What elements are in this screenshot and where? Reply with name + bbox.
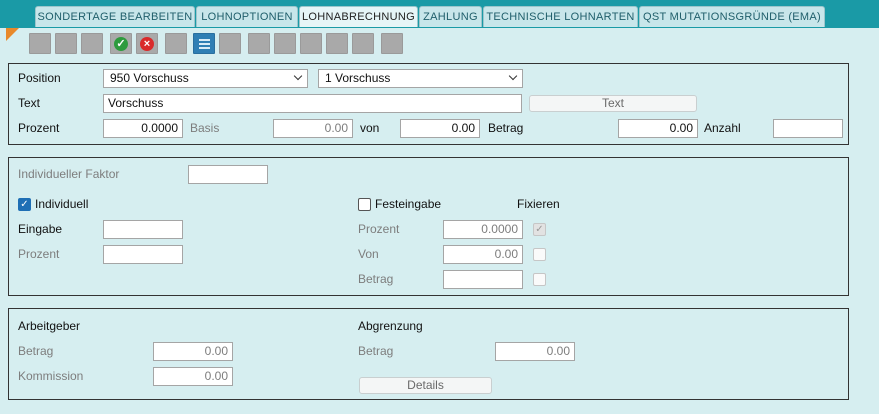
- cancel-button[interactable]: ×: [136, 33, 158, 54]
- kommission-label: Kommission: [18, 369, 84, 383]
- toolbar-button-3[interactable]: [81, 33, 103, 54]
- position-select[interactable]: 950 Vorschuss: [103, 69, 308, 88]
- text-input[interactable]: Vorschuss: [103, 94, 522, 113]
- anzahl-input[interactable]: [773, 119, 843, 138]
- confirm-icon: ✓: [114, 37, 128, 51]
- individuell-label: Individuell: [35, 197, 89, 211]
- text-label: Text: [18, 96, 41, 110]
- toolbar-button-1[interactable]: [29, 33, 51, 54]
- fixieren-von-checkbox[interactable]: [533, 248, 546, 261]
- abgrenzung-betrag-input[interactable]: 0.00: [495, 342, 575, 361]
- basis-input[interactable]: 0.00: [273, 119, 353, 138]
- abgrenzung-betrag-label: Betrag: [358, 344, 394, 358]
- toolbar-button-6[interactable]: [165, 33, 187, 54]
- details-button[interactable]: Details: [359, 377, 492, 394]
- toolbar-button-12[interactable]: [326, 33, 348, 54]
- arbeitgeber-label: Arbeitgeber: [18, 319, 81, 333]
- tab-lohnoptionen[interactable]: LOHNOPTIONEN: [196, 6, 298, 27]
- fe-prozent-label: Prozent: [358, 222, 400, 236]
- toolbar-button-2[interactable]: [55, 33, 77, 54]
- fe-von-input[interactable]: 0.00: [443, 245, 523, 264]
- eingabe-input[interactable]: [103, 220, 183, 239]
- chevron-down-icon: [508, 71, 518, 81]
- sub-position-select[interactable]: 1 Vorschuss: [318, 69, 523, 88]
- tab-bar: SONDERTAGE BEARBEITEN LOHNOPTIONEN LOHNA…: [0, 0, 879, 28]
- fe-von-label: Von: [358, 247, 379, 261]
- confirm-button[interactable]: ✓: [110, 33, 132, 54]
- betrag-input[interactable]: 0.00: [618, 119, 698, 138]
- fixieren-prozent-checkbox[interactable]: ✓: [533, 223, 546, 236]
- text-button[interactable]: Text: [529, 95, 697, 112]
- festeingabe-label: Festeingabe: [375, 197, 442, 211]
- factor-prozent-input[interactable]: [103, 245, 183, 264]
- individueller-faktor-input[interactable]: [188, 165, 268, 184]
- festeingabe-checkbox[interactable]: [358, 198, 371, 211]
- toolbar-button-8[interactable]: [219, 33, 241, 54]
- tab-sondertage-bearbeiten[interactable]: SONDERTAGE BEARBEITEN: [35, 6, 195, 27]
- fe-prozent-input[interactable]: 0.0000: [443, 220, 523, 239]
- prozent-input[interactable]: 0.0000: [103, 119, 183, 138]
- corner-marker: [6, 28, 19, 41]
- fixieren-betrag-checkbox[interactable]: [533, 273, 546, 286]
- position-select-value: 950 Vorschuss: [110, 71, 189, 85]
- tab-qst-mutationsgruende[interactable]: QST MUTATIONSGRÜNDE (EMA): [639, 6, 825, 27]
- anzahl-label: Anzahl: [704, 121, 741, 135]
- chevron-down-icon: [293, 71, 303, 81]
- list-icon: [199, 39, 210, 51]
- fe-betrag-label: Betrag: [358, 272, 394, 286]
- tab-zahlung[interactable]: ZAHLUNG: [419, 6, 482, 27]
- toolbar-button-11[interactable]: [300, 33, 322, 54]
- toolbar-button-14[interactable]: [381, 33, 403, 54]
- toolbar-button-9[interactable]: [248, 33, 270, 54]
- factor-prozent-label: Prozent: [18, 247, 60, 261]
- prozent-label: Prozent: [18, 121, 60, 135]
- tab-lohnabrechnung[interactable]: LOHNABRECHNUNG: [299, 6, 418, 27]
- fe-betrag-input[interactable]: [443, 270, 523, 289]
- toolbar-button-10[interactable]: [274, 33, 296, 54]
- toolbar-button-13[interactable]: [352, 33, 374, 54]
- basis-label: Basis: [190, 121, 220, 135]
- kommission-input[interactable]: 0.00: [153, 367, 233, 386]
- eingabe-label: Eingabe: [18, 222, 63, 236]
- von-input[interactable]: 0.00: [400, 119, 480, 138]
- betrag-label: Betrag: [488, 121, 524, 135]
- cancel-icon: ×: [140, 37, 154, 51]
- tab-technische-lohnarten[interactable]: TECHNISCHE LOHNARTEN: [483, 6, 638, 27]
- fixieren-label: Fixieren: [517, 197, 560, 211]
- list-button[interactable]: [193, 33, 215, 54]
- arbeitgeber-betrag-label: Betrag: [18, 344, 54, 358]
- individuell-checkbox[interactable]: ✓: [18, 198, 31, 211]
- position-label: Position: [18, 71, 61, 85]
- abgrenzung-label: Abgrenzung: [358, 319, 423, 333]
- individueller-faktor-label: Individueller Faktor: [18, 167, 120, 181]
- von-label: von: [360, 121, 380, 135]
- sub-position-select-value: 1 Vorschuss: [325, 71, 391, 85]
- arbeitgeber-betrag-input[interactable]: 0.00: [153, 342, 233, 361]
